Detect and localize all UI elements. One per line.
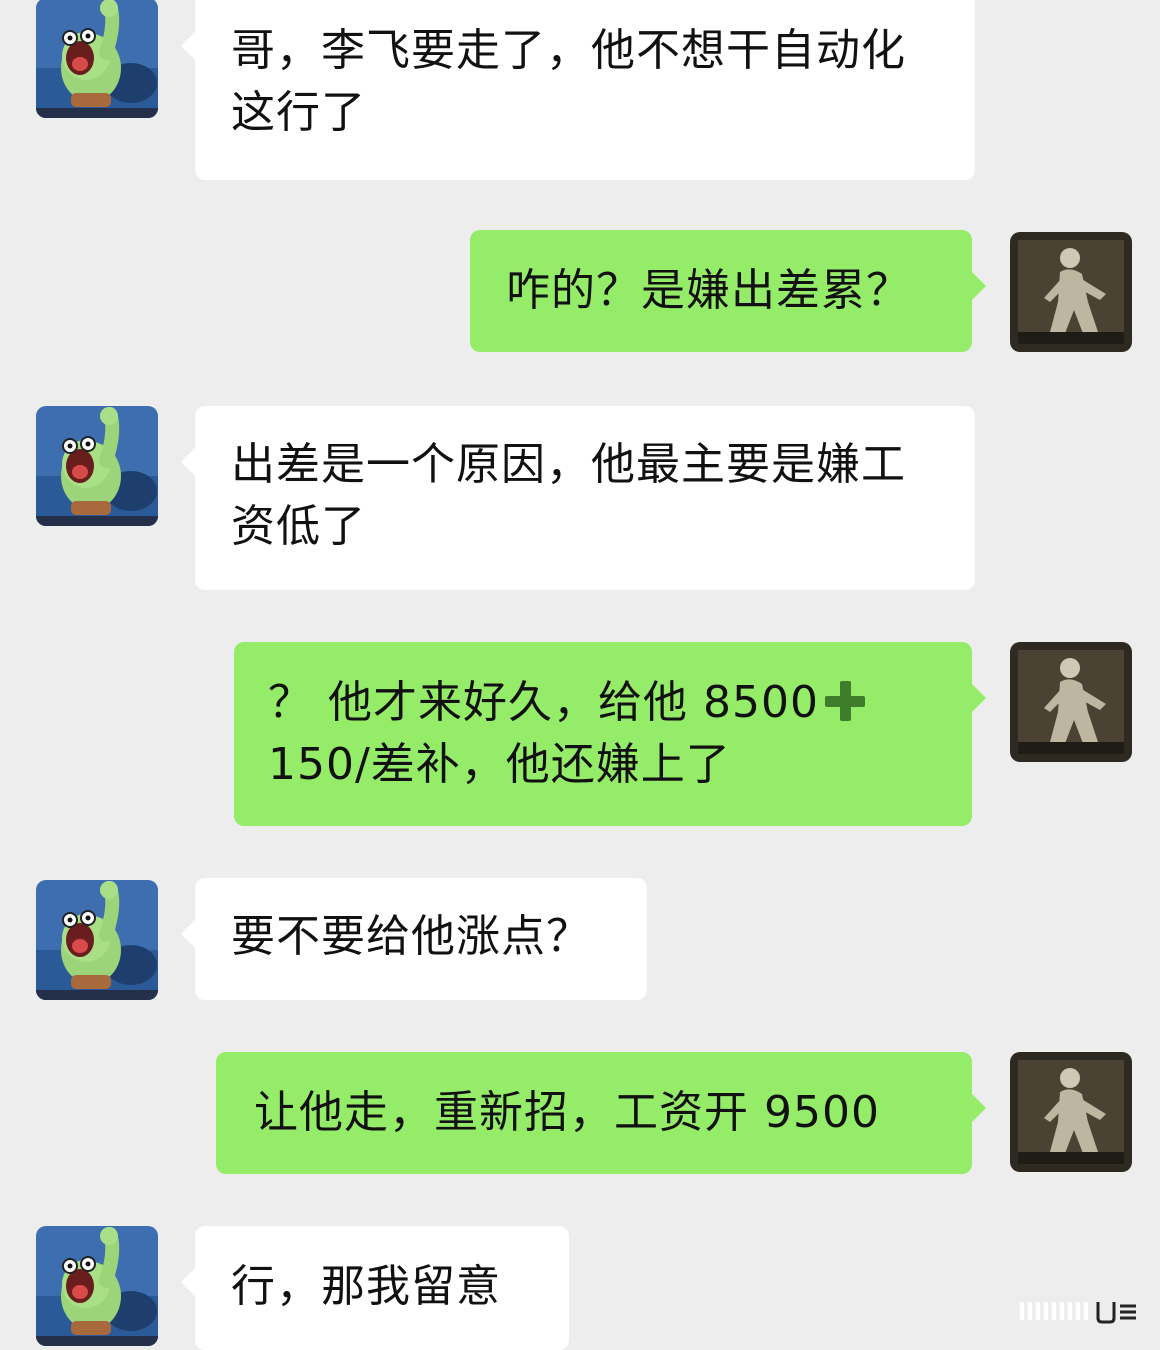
message-bubble-incoming[interactable]: 出差是一个原因，他最主要是嫌工资低了 [181,406,975,590]
plus-icon [824,681,865,721]
message-text: ？ 他才来好久，给他 8500 150/差补，他还嫌上了 [268,672,942,796]
chat-area: 哥，李飞要走了，他不想干自动化这行了 咋的？是嫌出差累？ 出差是一个原因，他最主… [0,0,1160,1350]
message-bubble-outgoing[interactable]: 让他走，重新招，工资开 9500 [216,1052,986,1174]
watermark-icon [1020,1302,1136,1324]
green-cartoon-avatar-icon[interactable] [36,0,158,118]
message-text: 要不要给他涨点？ [231,911,591,962]
message-text-part: ？ 他才来好久，给他 8500 [268,677,819,728]
message-text: 咋的？是嫌出差累？ [506,265,911,316]
message-bubble-incoming[interactable]: 行，那我留意 [181,1226,569,1350]
dark-figure-avatar-icon[interactable] [1010,232,1132,352]
green-cartoon-avatar-icon[interactable] [36,1226,158,1346]
message-text-part: 150/差补，他还嫌上了 [268,739,731,790]
dark-figure-avatar-icon[interactable] [1010,642,1132,762]
message-bubble-incoming[interactable]: 哥，李飞要走了，他不想干自动化这行了 [181,0,975,180]
message-text: 出差是一个原因，他最主要是嫌工资低了 [231,439,906,552]
dark-figure-avatar-icon[interactable] [1010,1052,1132,1172]
message-text: 行，那我留意 [231,1261,501,1312]
message-text: 哥，李飞要走了，他不想干自动化这行了 [231,25,906,138]
message-text: 让他走，重新招，工资开 9500 [254,1087,880,1138]
green-cartoon-avatar-icon[interactable] [36,880,158,1000]
message-bubble-incoming[interactable]: 要不要给他涨点？ [181,878,647,1000]
message-bubble-outgoing[interactable]: ？ 他才来好久，给他 8500 150/差补，他还嫌上了 [234,642,986,826]
message-bubble-outgoing[interactable]: 咋的？是嫌出差累？ [470,230,986,352]
green-cartoon-avatar-icon[interactable] [36,406,158,526]
